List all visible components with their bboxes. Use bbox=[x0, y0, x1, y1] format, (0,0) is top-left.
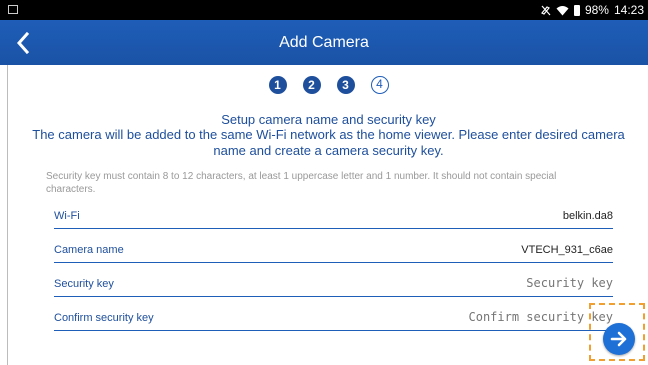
security-key-label: Security key bbox=[54, 278, 114, 290]
status-bar: 98% 14:23 bbox=[0, 0, 648, 20]
confirm-key-label: Confirm security key bbox=[54, 312, 154, 324]
setup-heading: Setup camera name and security key bbox=[221, 112, 436, 127]
wifi-row: Wi-Fi belkin.da8 bbox=[54, 197, 613, 229]
wifi-icon bbox=[556, 5, 569, 15]
setup-panel: 1 2 3 4 Setup camera name and security k… bbox=[7, 65, 648, 365]
confirm-key-input[interactable] bbox=[373, 310, 613, 324]
step-4-current: 4 bbox=[370, 76, 389, 94]
status-icons: 98% 14:23 bbox=[540, 2, 644, 18]
battery-icon bbox=[573, 4, 580, 16]
camera-name-row: Camera name VTECH_931_c6ae bbox=[54, 231, 613, 263]
app-bar: Add Camera bbox=[0, 20, 648, 65]
camera-name-label: Camera name bbox=[54, 244, 124, 256]
step-indicator: 1 2 3 4 bbox=[8, 76, 648, 94]
step-3: 3 bbox=[336, 76, 355, 94]
step-2: 2 bbox=[302, 76, 321, 94]
back-arrow-icon bbox=[16, 32, 30, 54]
setup-description: The camera will be added to the same Wi-… bbox=[32, 127, 625, 158]
security-key-hint: Security key must contain 8 to 12 charac… bbox=[46, 171, 557, 195]
back-button[interactable] bbox=[4, 24, 42, 62]
wifi-value: belkin.da8 bbox=[562, 210, 613, 222]
confirm-key-row: Confirm security key bbox=[54, 299, 613, 331]
clock: 14:23 bbox=[613, 3, 644, 17]
step-1: 1 bbox=[268, 76, 287, 94]
next-button[interactable] bbox=[603, 323, 635, 355]
wifi-label: Wi-Fi bbox=[54, 210, 80, 222]
security-key-row: Security key bbox=[54, 265, 613, 297]
mute-icon bbox=[540, 5, 551, 15]
arrow-right-circle-icon bbox=[610, 331, 627, 347]
battery-percent: 98% bbox=[584, 3, 609, 17]
security-key-input[interactable] bbox=[373, 276, 613, 290]
page-title: Add Camera bbox=[279, 34, 369, 51]
camera-name-value[interactable]: VTECH_931_c6ae bbox=[521, 244, 613, 256]
screenshot-notification-icon bbox=[8, 5, 18, 14]
